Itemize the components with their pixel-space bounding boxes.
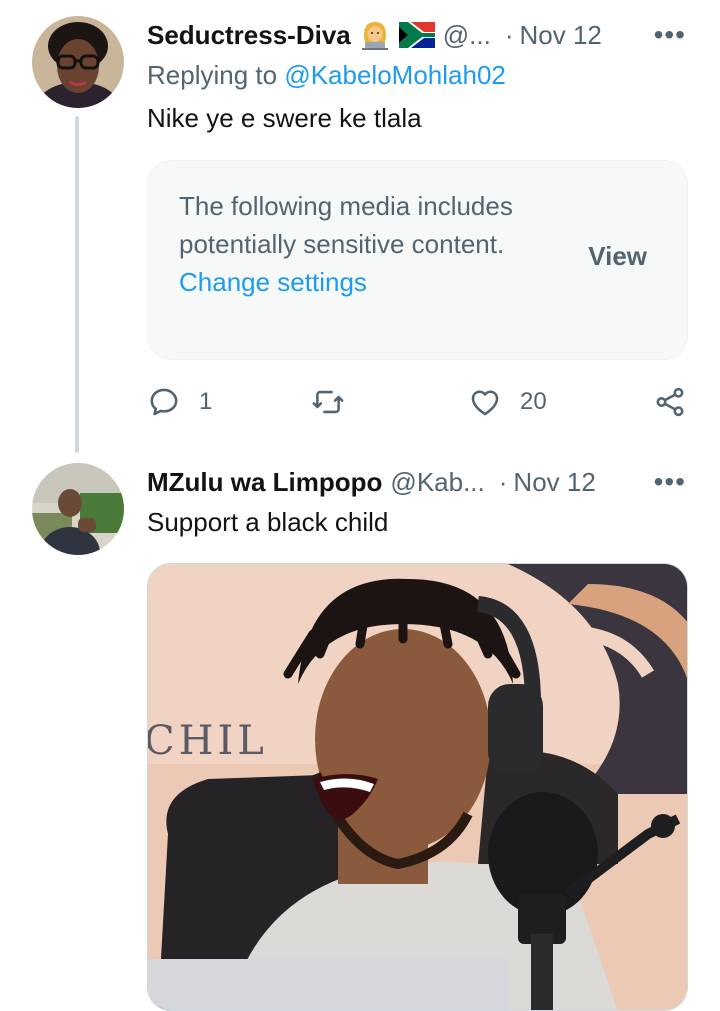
avatar-image (32, 463, 124, 555)
tweet-media-photo[interactable]: CHIL (147, 563, 688, 1011)
timestamp[interactable]: Nov 12 (520, 20, 602, 51)
replying-to-handle-link[interactable]: @KabeloMohlah02 (284, 60, 506, 90)
tweet-actions: 1 20 (147, 382, 692, 422)
tweet-text: Nike ye e swere ke tlala (147, 103, 422, 133)
tweet-header: MZulu wa Limpopo @Kab... · Nov 12 ••• (147, 462, 690, 502)
share-button[interactable] (653, 382, 687, 422)
separator-dot: · (504, 19, 514, 50)
like-icon (471, 390, 499, 416)
more-options-icon[interactable]: ••• (654, 15, 686, 55)
replying-to: Replying to @KabeloMohlah02 (147, 60, 506, 91)
like-count: 20 (520, 388, 547, 415)
avatar[interactable] (32, 463, 124, 555)
avatar-image (32, 16, 124, 108)
retweet-icon (312, 390, 344, 414)
sensitive-media-warning: The following media includes potentially… (147, 160, 688, 360)
tweet-mzulu-wa-limpopo[interactable]: MZulu wa Limpopo @Kab... · Nov 12 ••• Su… (0, 450, 720, 1011)
tweet-header: Seductress-Diva @... · Nov 12 ••• (147, 15, 690, 55)
south-africa-flag-icon (398, 22, 435, 48)
username[interactable]: @... (443, 20, 491, 51)
tweet-seductress-diva[interactable]: Seductress-Diva @... · Nov 12 ••• Replyi… (0, 0, 720, 453)
thread-line (75, 116, 79, 453)
photo-image: CHIL (148, 564, 687, 1010)
username[interactable]: @Kab... (390, 467, 484, 498)
display-name[interactable]: Seductress-Diva (147, 20, 351, 51)
reply-count: 1 (199, 388, 213, 415)
reply-icon (150, 388, 178, 416)
change-settings-link[interactable]: Change settings (179, 267, 367, 297)
reply-button[interactable]: 1 (147, 382, 212, 422)
avatar[interactable] (32, 16, 124, 108)
timestamp[interactable]: Nov 12 (513, 467, 595, 498)
retweet-button[interactable] (311, 382, 345, 422)
like-button[interactable]: 20 (468, 382, 547, 422)
technologist-emoji-icon (359, 19, 391, 51)
replying-to-label: Replying to (147, 60, 285, 90)
more-options-icon[interactable]: ••• (654, 462, 686, 502)
background-sign-text: CHIL (148, 718, 268, 764)
share-icon (656, 387, 684, 417)
sensitive-message-text: The following media includes potentially… (179, 191, 513, 259)
tweet-text: Support a black child (147, 507, 389, 537)
view-button[interactable]: View (588, 241, 647, 272)
separator-dot: · (498, 466, 508, 497)
sensitive-message: The following media includes potentially… (179, 187, 539, 301)
display-name[interactable]: MZulu wa Limpopo (147, 467, 382, 498)
